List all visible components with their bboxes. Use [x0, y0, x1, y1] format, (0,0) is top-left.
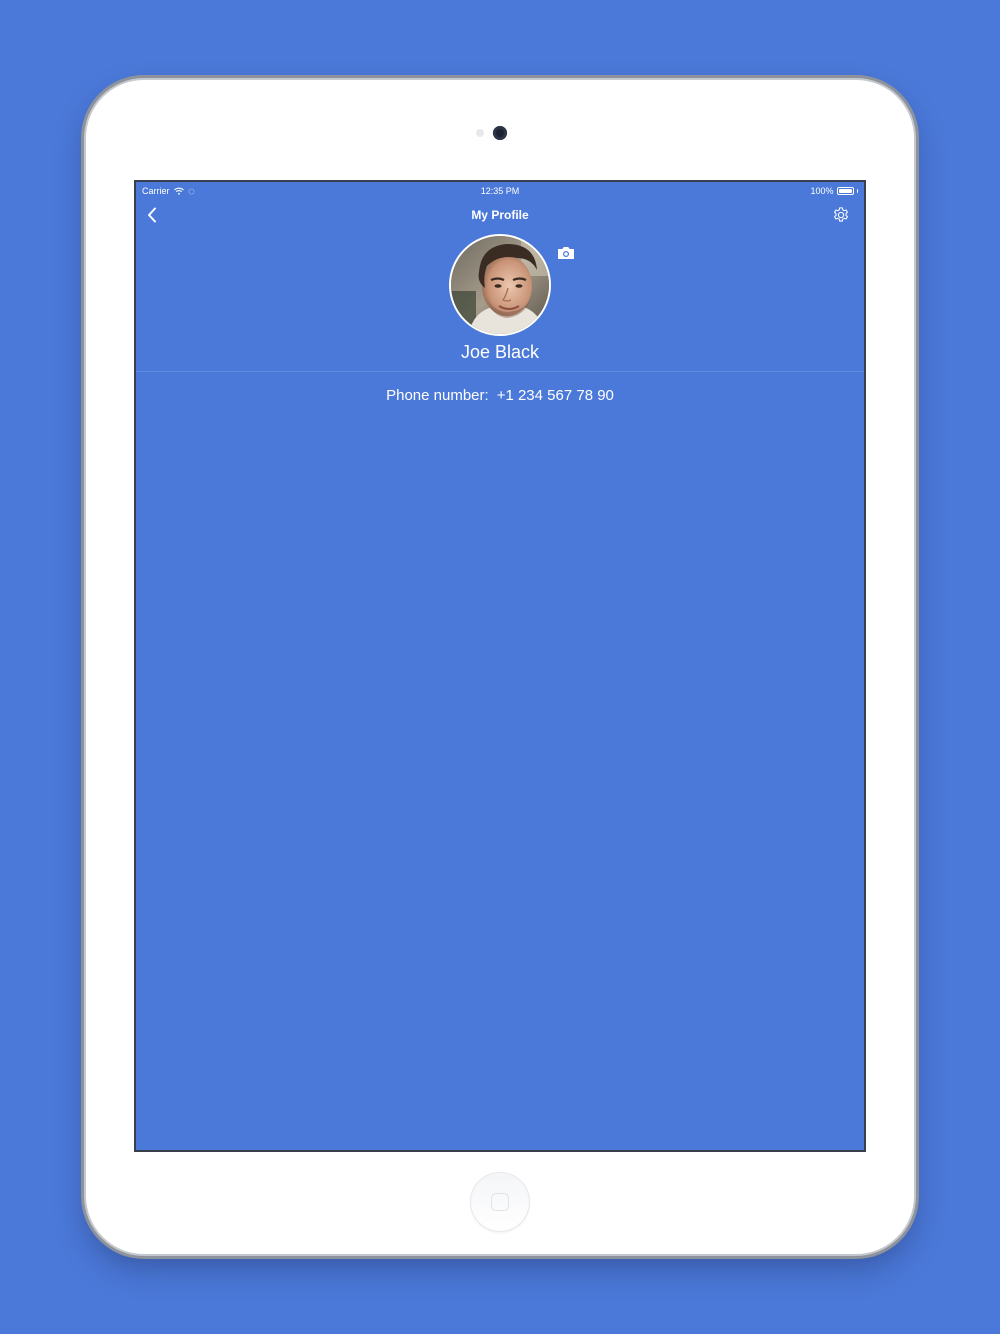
- page-title: My Profile: [471, 208, 529, 222]
- phone-label: Phone number:: [386, 387, 489, 404]
- phone-value[interactable]: +1 234 567 78 90: [497, 387, 614, 404]
- change-photo-button[interactable]: [557, 246, 575, 260]
- app-screen: Carrier 12:35 PM 100% My Profile Joe Bla…: [136, 182, 864, 1150]
- battery-icon: [836, 187, 854, 195]
- battery-percent: 100%: [810, 186, 834, 196]
- home-button-square-icon: [491, 1193, 509, 1211]
- status-right: 100%: [810, 186, 858, 196]
- navigation-bar: My Profile: [136, 202, 864, 228]
- sensor-dot: [476, 129, 484, 137]
- gear-icon: [834, 207, 848, 222]
- front-camera-icon: [493, 126, 507, 140]
- divider: [136, 371, 864, 372]
- profile-name: Joe Black: [460, 342, 540, 362]
- battery-cap: [856, 189, 858, 193]
- status-bar: Carrier 12:35 PM 100%: [136, 182, 864, 202]
- avatar[interactable]: [449, 234, 551, 336]
- settings-button[interactable]: [830, 204, 852, 226]
- status-time: 12:35 PM: [480, 186, 520, 196]
- home-button[interactable]: [470, 1172, 530, 1232]
- phone-number-row: Phone number: +1 234 567 78 90: [136, 387, 864, 404]
- battery-level: [838, 189, 852, 193]
- camera-icon: [558, 247, 574, 259]
- user-photo: [451, 236, 549, 334]
